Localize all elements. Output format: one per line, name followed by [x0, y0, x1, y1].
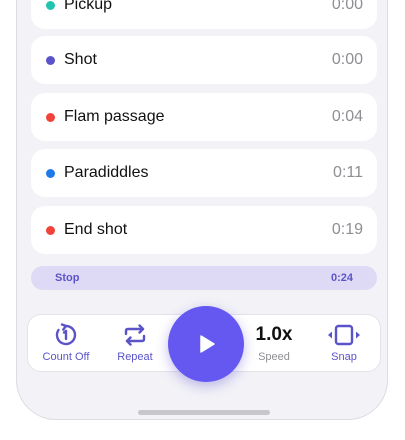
speed-value: 1.0x — [255, 324, 293, 345]
play-icon — [200, 335, 215, 353]
segment-color-dot — [46, 0, 55, 10]
speed-label: Speed — [258, 351, 290, 363]
segment-color-dot — [46, 168, 55, 178]
segment-row-pickup[interactable]: Pickup 0:00 — [31, 0, 377, 29]
segment-color-dot — [46, 112, 55, 122]
segment-row-shot[interactable]: Shot 0:00 — [31, 36, 377, 84]
count-off-button[interactable]: Count Off — [33, 321, 99, 363]
count-off-icon — [55, 323, 77, 346]
segment-label: Paradiddles — [64, 164, 149, 181]
segment-time: 0:00 — [331, 51, 363, 68]
device-frame: Pickup 0:00 Shot 0:00 Flam passage 0:04 … — [16, 0, 388, 420]
segment-time: 0:00 — [331, 0, 363, 13]
segment-color-dot — [46, 225, 55, 235]
count-off-label: Count Off — [42, 351, 90, 363]
segment-row-paradiddles[interactable]: Paradiddles 0:11 — [31, 149, 377, 197]
snap-button[interactable]: Snap — [311, 321, 377, 363]
repeat-icon — [124, 324, 146, 346]
snap-icon — [328, 324, 360, 346]
segment-color-dot — [46, 55, 55, 65]
stop-label: Stop — [55, 272, 80, 284]
segment-time: 0:11 — [333, 164, 363, 181]
segment-label: Shot — [64, 51, 97, 68]
segment-row-flam-passage[interactable]: Flam passage 0:04 — [31, 93, 377, 141]
segment-time: 0:19 — [331, 221, 363, 238]
segment-row-end-shot[interactable]: End shot 0:19 — [31, 206, 377, 254]
stop-time: 0:24 — [330, 272, 353, 284]
segment-label: End shot — [64, 221, 128, 238]
speed-control[interactable]: 1.0x Speed — [241, 321, 307, 363]
snap-label: Snap — [331, 351, 357, 363]
repeat-label: Repeat — [117, 351, 153, 363]
stop-bar[interactable]: Stop 0:24 — [31, 266, 377, 290]
home-indicator — [138, 410, 270, 415]
play-button[interactable] — [168, 306, 244, 382]
segment-time: 0:04 — [331, 108, 363, 125]
segment-label: Flam passage — [64, 108, 165, 125]
segment-label: Pickup — [64, 0, 113, 13]
repeat-button[interactable]: Repeat — [102, 321, 168, 363]
